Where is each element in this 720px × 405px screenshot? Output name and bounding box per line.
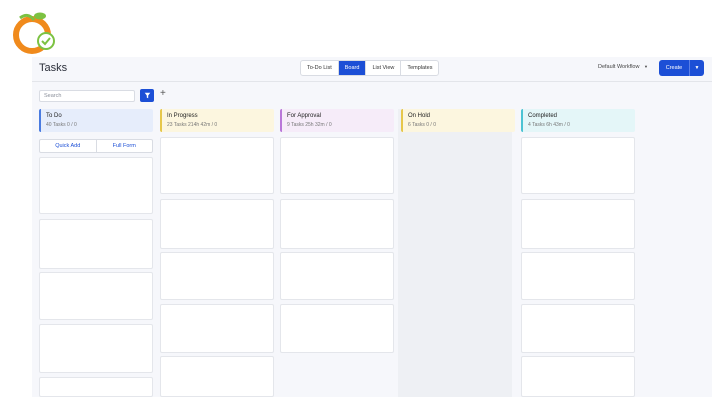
workflow-label: Default Workflow: [598, 64, 640, 70]
task-card[interactable]: [280, 304, 394, 353]
tab-list-view[interactable]: List View: [366, 61, 402, 75]
tab-templates[interactable]: Templates: [401, 61, 438, 75]
header-divider: [32, 81, 712, 82]
column-bg-on-hold: [398, 109, 512, 397]
column-name: Completed: [528, 113, 558, 119]
column-completed: Completed 4 Tasks 6h 43m / 0: [521, 109, 635, 132]
task-card[interactable]: [39, 377, 153, 397]
task-card[interactable]: [39, 324, 153, 373]
column-to-do: To Do 40 Tasks 0 / 0 Quick Add Full Form: [39, 109, 153, 153]
filter-button[interactable]: [140, 89, 154, 102]
column-meta: 9 Tasks 25h 32m / 0: [287, 122, 332, 128]
column-header: For Approval 9 Tasks 25h 32m / 0: [280, 109, 394, 132]
column-meta: 4 Tasks 6h 43m / 0: [528, 122, 570, 128]
column-name: In Progress: [167, 113, 198, 119]
column-name: To Do: [46, 113, 62, 119]
task-card[interactable]: [280, 137, 394, 194]
task-card[interactable]: [521, 199, 635, 249]
plus-icon[interactable]: +: [160, 88, 166, 99]
column-name: On Hold: [408, 113, 431, 119]
column-meta: 6 Tasks 0 / 0: [408, 122, 436, 128]
quick-add-button[interactable]: Quick Add: [40, 140, 97, 152]
create-button[interactable]: Create ▼: [659, 60, 704, 76]
task-card[interactable]: [39, 157, 153, 214]
column-meta: 23 Tasks 214h 42m / 0: [167, 122, 218, 128]
column-on-hold: On Hold 6 Tasks 0 / 0: [401, 109, 515, 132]
task-card[interactable]: [160, 356, 274, 397]
column-header: To Do 40 Tasks 0 / 0: [39, 109, 153, 132]
workflow-select[interactable]: Default Workflow ▼: [598, 64, 648, 70]
column-name: For Approval: [287, 113, 322, 119]
task-card[interactable]: [521, 356, 635, 397]
search-input[interactable]: [39, 90, 135, 102]
column-meta: 40 Tasks 0 / 0: [46, 122, 77, 128]
tab-todo-list[interactable]: To-Do List: [301, 61, 339, 75]
task-card[interactable]: [39, 219, 153, 269]
chevron-down-icon: ▼: [644, 64, 648, 69]
task-card[interactable]: [39, 272, 153, 320]
column-in-progress: In Progress 23 Tasks 214h 42m / 0: [160, 109, 274, 132]
task-card[interactable]: [160, 199, 274, 249]
task-card[interactable]: [160, 252, 274, 300]
full-form-button[interactable]: Full Form: [97, 140, 153, 152]
column-header: In Progress 23 Tasks 214h 42m / 0: [160, 109, 274, 132]
task-card[interactable]: [160, 137, 274, 194]
column-header: On Hold 6 Tasks 0 / 0: [401, 109, 515, 132]
chevron-down-icon[interactable]: ▼: [690, 65, 704, 71]
task-card[interactable]: [280, 199, 394, 249]
tasks-app: Tasks To-Do List Board List View Templat…: [32, 57, 712, 397]
view-switcher: To-Do List Board List View Templates: [300, 60, 440, 76]
task-card[interactable]: [521, 304, 635, 353]
logo-icon: [13, 12, 55, 54]
header: Tasks To-Do List Board List View Templat…: [32, 57, 712, 81]
tab-board[interactable]: Board: [338, 61, 367, 75]
filter-icon: [144, 92, 150, 99]
page-title: Tasks: [39, 62, 68, 74]
add-task-buttons: Quick Add Full Form: [39, 139, 153, 153]
column-for-approval: For Approval 9 Tasks 25h 32m / 0: [280, 109, 394, 132]
task-card[interactable]: [160, 304, 274, 353]
task-card[interactable]: [521, 137, 635, 194]
create-label: Create: [665, 65, 683, 71]
column-header: Completed 4 Tasks 6h 43m / 0: [521, 109, 635, 132]
task-card[interactable]: [521, 252, 635, 300]
task-card[interactable]: [280, 252, 394, 300]
